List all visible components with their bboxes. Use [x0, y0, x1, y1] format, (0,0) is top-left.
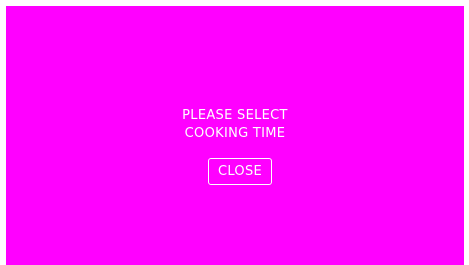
- dialog-message-line-2: COOKING TIME: [184, 126, 286, 141]
- cooking-time-dialog: PLEASE SELECT COOKING TIME CLOSE: [6, 6, 464, 265]
- dialog-message: PLEASE SELECT COOKING TIME: [6, 107, 464, 143]
- dialog-message-line-1: PLEASE SELECT: [182, 108, 288, 123]
- close-button[interactable]: CLOSE: [208, 158, 272, 185]
